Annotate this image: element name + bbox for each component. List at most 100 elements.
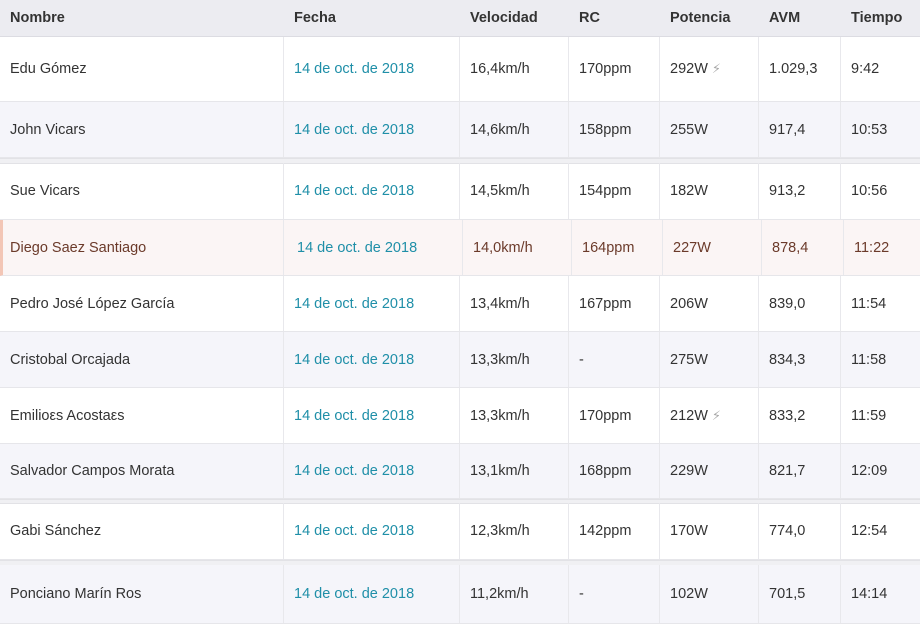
cell-fecha[interactable]: 14 de oct. de 2018 — [284, 37, 460, 101]
cell-velocidad: 13,3km/h — [460, 332, 569, 387]
cell-velocidad: 13,4km/h — [460, 276, 569, 331]
cell-potencia: 182W — [660, 163, 759, 219]
header-nombre[interactable]: Nombre — [0, 0, 284, 36]
table-row[interactable]: Gabi Sánchez 14 de oct. de 2018 12,3km/h 14… — [0, 503, 920, 560]
cell-potencia: 229W — [660, 444, 759, 498]
header-avm[interactable]: AVM — [759, 0, 841, 36]
cell-avm-text: 913,2 — [769, 183, 806, 199]
cell-potencia-text: 229W — [670, 463, 708, 479]
cell-tiempo-text: 10:53 — [851, 121, 888, 138]
cell-avm-text: 1.029,3 — [769, 61, 818, 77]
table-row[interactable]: Salvador Campos Morata 14 de oct. de 2018… — [0, 444, 920, 499]
table-row[interactable]: Sue Vicars 14 de oct. de 2018 14,5km/h 154p… — [0, 163, 920, 220]
cell-potencia: 275W — [660, 332, 759, 387]
cell-nombre-text: John Vicars — [10, 121, 86, 138]
header-rc[interactable]: RC — [569, 0, 660, 36]
cell-tiempo-text: 12:09 — [851, 463, 888, 479]
cell-rc: - — [569, 332, 660, 387]
cell-rc: 167ppm — [569, 276, 660, 331]
cell-velocidad-text: 11,2km/h — [470, 586, 529, 602]
cell-fecha-text: 14 de oct. de 2018 — [294, 183, 415, 199]
cell-tiempo-text: 10:56 — [851, 183, 888, 199]
header-fecha[interactable]: Fecha — [284, 0, 460, 36]
bolt-icon: ⚡ — [711, 61, 722, 76]
cell-rc-text: 158ppm — [579, 121, 632, 138]
header-potencia[interactable]: Potencia — [660, 0, 759, 36]
cell-velocidad: 13,1km/h — [460, 444, 569, 498]
table-row[interactable]: Diego Saez Santiago 14 de oct. de 2018 14,… — [0, 220, 920, 276]
table-row[interactable]: Ponciano Marín Ros 14 de oct. de 2018 11,2… — [0, 565, 920, 624]
table-row[interactable]: Edu Gómez 14 de oct. de 2018 16,4km/h 170pp… — [0, 37, 920, 102]
cell-nombre[interactable]: Cristobal Orcajada — [0, 332, 284, 387]
cell-fecha[interactable]: 14 de oct. de 2018 — [284, 444, 460, 498]
cell-fecha[interactable]: 14 de oct. de 2018 — [284, 276, 460, 331]
cell-tiempo-text: 11:54 — [851, 295, 887, 312]
cell-potencia-text: 170W — [670, 523, 708, 539]
cell-rc-text: 168ppm — [579, 463, 632, 479]
header-velocidad[interactable]: Velocidad — [460, 0, 569, 36]
table-row[interactable]: John Vicars 14 de oct. de 2018 14,6km/h 158… — [0, 102, 920, 158]
cell-fecha[interactable]: 14 de oct. de 2018 — [284, 565, 460, 623]
cell-nombre[interactable]: Gabi Sánchez — [0, 503, 284, 559]
cell-nombre-text: Cristobal Orcajada — [10, 351, 131, 368]
cell-potencia-text: 255W — [670, 121, 708, 138]
cell-nombre[interactable]: Diego Saez Santiago — [0, 220, 284, 275]
cell-tiempo-text: 9:42 — [851, 61, 880, 77]
cell-fecha[interactable]: 14 de oct. de 2018 — [284, 332, 460, 387]
cell-fecha[interactable]: 14 de oct. de 2018 — [284, 102, 460, 157]
cell-avm: 1.029,3 — [759, 37, 841, 101]
cell-avm-text: 878,4 — [772, 239, 809, 256]
table-row[interactable]: Emilioεs Acostaεs 14 de oct. de 2018 13,3k… — [0, 388, 920, 444]
cell-fecha[interactable]: 14 de oct. de 2018 — [287, 220, 463, 275]
cell-nombre[interactable]: John Vicars — [0, 102, 284, 157]
cell-potencia-text: 102W — [670, 586, 708, 602]
cell-tiempo: 10:53 — [841, 102, 920, 157]
cell-velocidad-text: 14,6km/h — [470, 121, 530, 138]
cell-fecha-text: 14 de oct. de 2018 — [294, 351, 415, 368]
cell-tiempo-text: 12:54 — [851, 523, 888, 539]
cell-velocidad-text: 13,3km/h — [470, 351, 530, 368]
table-row[interactable]: Cristobal Orcajada 14 de oct. de 2018 13,3… — [0, 332, 920, 388]
cell-velocidad: 12,3km/h — [460, 503, 569, 559]
cell-avm-text: 839,0 — [769, 295, 806, 312]
cell-fecha[interactable]: 14 de oct. de 2018 — [284, 503, 460, 559]
cell-nombre[interactable]: Sue Vicars — [0, 163, 284, 219]
cell-avm: 839,0 — [759, 276, 841, 331]
cell-avm-text: 917,4 — [769, 121, 806, 138]
cell-fecha[interactable]: 14 de oct. de 2018 — [284, 163, 460, 219]
cell-fecha-text: 14 de oct. de 2018 — [294, 61, 415, 77]
cell-rc-text: - — [579, 351, 584, 368]
cell-fecha[interactable]: 14 de oct. de 2018 — [284, 388, 460, 443]
cell-potencia: 206W — [660, 276, 759, 331]
cell-nombre[interactable]: Ponciano Marín Ros — [0, 565, 284, 623]
cell-rc-text: 167ppm — [579, 295, 632, 312]
cell-velocidad-text: 13,3km/h — [470, 407, 530, 424]
cell-nombre-text: Sue Vicars — [10, 183, 80, 199]
cell-velocidad-text: 16,4km/h — [470, 61, 530, 77]
cell-nombre-text: Emilioεs Acostaεs — [10, 407, 125, 424]
cell-velocidad: 16,4km/h — [460, 37, 569, 101]
cell-tiempo: 11:59 — [841, 388, 920, 443]
cell-rc-text: 170ppm — [579, 61, 632, 77]
cell-rc-text: 170ppm — [579, 407, 632, 424]
cell-rc: 164ppm — [572, 220, 663, 275]
cell-nombre[interactable]: Edu Gómez — [0, 37, 284, 101]
cell-rc: 158ppm — [569, 102, 660, 157]
cell-potencia: 227W — [663, 220, 762, 275]
cell-nombre[interactable]: Emilioεs Acostaεs — [0, 388, 284, 443]
cell-avm: 821,7 — [759, 444, 841, 498]
table-row[interactable]: Pedro José López García 14 de oct. de 201… — [0, 276, 920, 332]
cell-avm-text: 833,2 — [769, 407, 806, 424]
cell-nombre[interactable]: Salvador Campos Morata — [0, 444, 284, 498]
cell-nombre[interactable]: Pedro José López García — [0, 276, 284, 331]
cell-tiempo: 9:42 — [841, 37, 920, 101]
cell-tiempo: 11:54 — [841, 276, 920, 331]
header-tiempo[interactable]: Tiempo — [841, 0, 920, 36]
cell-rc-text: - — [579, 586, 584, 602]
table-header: Nombre Fecha Velocidad RC Potencia AVM T… — [0, 0, 920, 37]
cell-velocidad: 14,0km/h — [463, 220, 572, 275]
cell-rc: 142ppm — [569, 503, 660, 559]
cell-tiempo: 14:14 — [841, 565, 920, 623]
cell-potencia: 255W — [660, 102, 759, 157]
cell-velocidad-text: 12,3km/h — [470, 523, 530, 539]
